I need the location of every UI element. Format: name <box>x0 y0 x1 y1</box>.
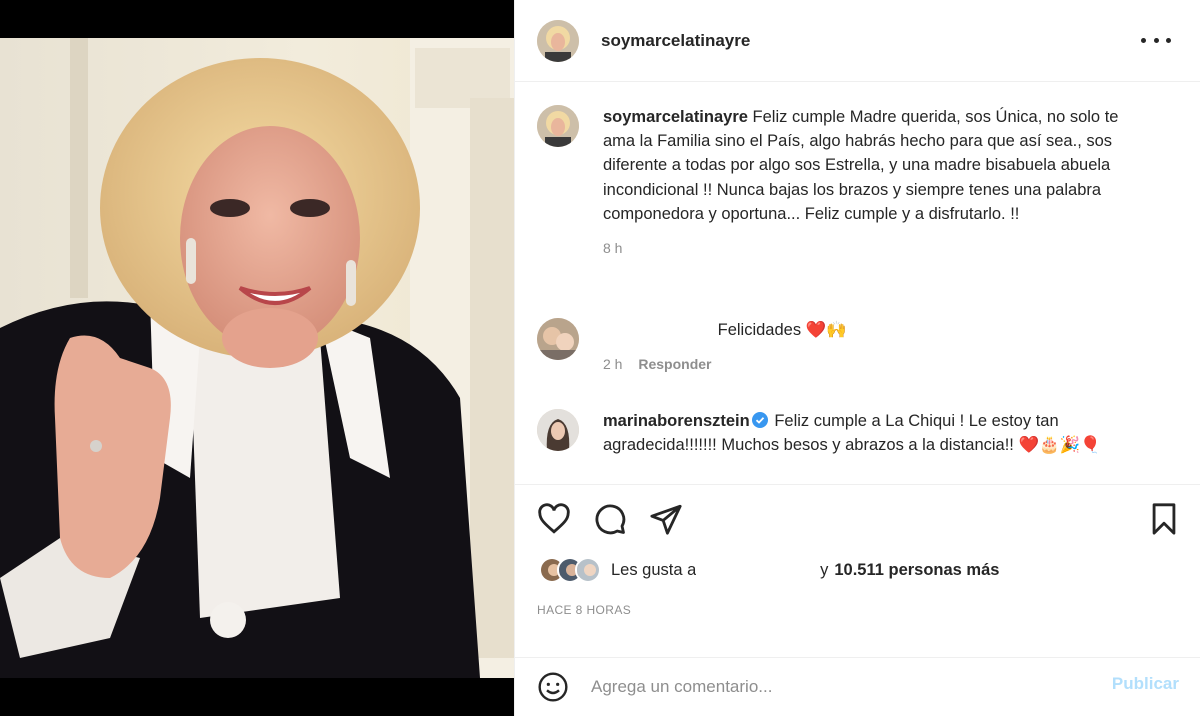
send-icon[interactable] <box>649 502 683 536</box>
post-actions: Les gusta a y 10.511 personas más HACE 8… <box>515 484 1200 716</box>
heart-icon[interactable] <box>537 502 571 536</box>
more-horizontal-icon[interactable] <box>1141 28 1171 52</box>
comment-text-block: ,. Felicidades ❤️🙌 <box>603 318 1143 343</box>
caption-meta: 8 h <box>603 240 1143 256</box>
caption-time[interactable]: 8 h <box>603 240 622 256</box>
comment-input[interactable] <box>591 672 1071 702</box>
author-avatar[interactable] <box>537 19 579 62</box>
post-media-panel <box>0 0 514 716</box>
caption-username[interactable]: soymarcelatinayre <box>603 108 748 126</box>
commenter-avatar[interactable] <box>537 318 579 360</box>
commenter-avatar[interactable] <box>537 409 579 451</box>
comment-text-block: marinaborensztein Feliz cumple a La Chiq… <box>603 409 1143 457</box>
comments-section: soymarcelatinayre Feliz cumple Madre que… <box>515 83 1200 483</box>
reply-button[interactable]: Responder <box>638 356 711 372</box>
likes-summary: Les gusta a y 10.511 personas más <box>539 557 999 583</box>
likes-count[interactable]: 10.511 personas más <box>834 561 999 580</box>
comment-item: ,. Felicidades ❤️🙌 2 h Responder <box>537 318 1143 372</box>
publish-button[interactable]: Publicar <box>1112 674 1179 694</box>
verified-badge-icon <box>751 412 768 428</box>
caption-text-block: soymarcelatinayre Feliz cumple Madre que… <box>603 105 1143 226</box>
likes-prefix: Les gusta a <box>611 560 697 579</box>
post-caption: soymarcelatinayre Feliz cumple Madre que… <box>537 105 1143 256</box>
liker-avatar <box>575 557 601 583</box>
comment-meta: 2 h Responder <box>603 356 1143 372</box>
comment-username[interactable]: marinaborensztein <box>603 412 750 430</box>
add-comment-bar: Publicar <box>515 657 1200 716</box>
comment-item: marinaborensztein Feliz cumple a La Chiq… <box>537 409 1143 457</box>
bookmark-icon[interactable] <box>1147 502 1181 536</box>
liker-avatars[interactable] <box>539 557 601 583</box>
post-header: soymarcelatinayre <box>515 0 1200 82</box>
post-side-panel: soymarcelatinayre soymarcelatinayre Feli… <box>514 0 1200 716</box>
comment-time[interactable]: 2 h <box>603 356 622 372</box>
post-photo-illustration <box>0 38 514 678</box>
post-photo[interactable] <box>0 38 514 678</box>
post-timestamp[interactable]: HACE 8 HORAS <box>537 603 631 617</box>
comment-username[interactable]: ,. <box>603 318 714 343</box>
caption-avatar[interactable] <box>537 105 579 147</box>
comment-icon[interactable] <box>593 502 627 536</box>
comment-text: Felicidades ❤️🙌 <box>717 321 847 339</box>
emoji-icon[interactable] <box>537 671 569 703</box>
likes-redacted-user[interactable] <box>696 560 821 580</box>
author-username[interactable]: soymarcelatinayre <box>601 31 750 51</box>
likes-connector: y <box>820 560 829 579</box>
